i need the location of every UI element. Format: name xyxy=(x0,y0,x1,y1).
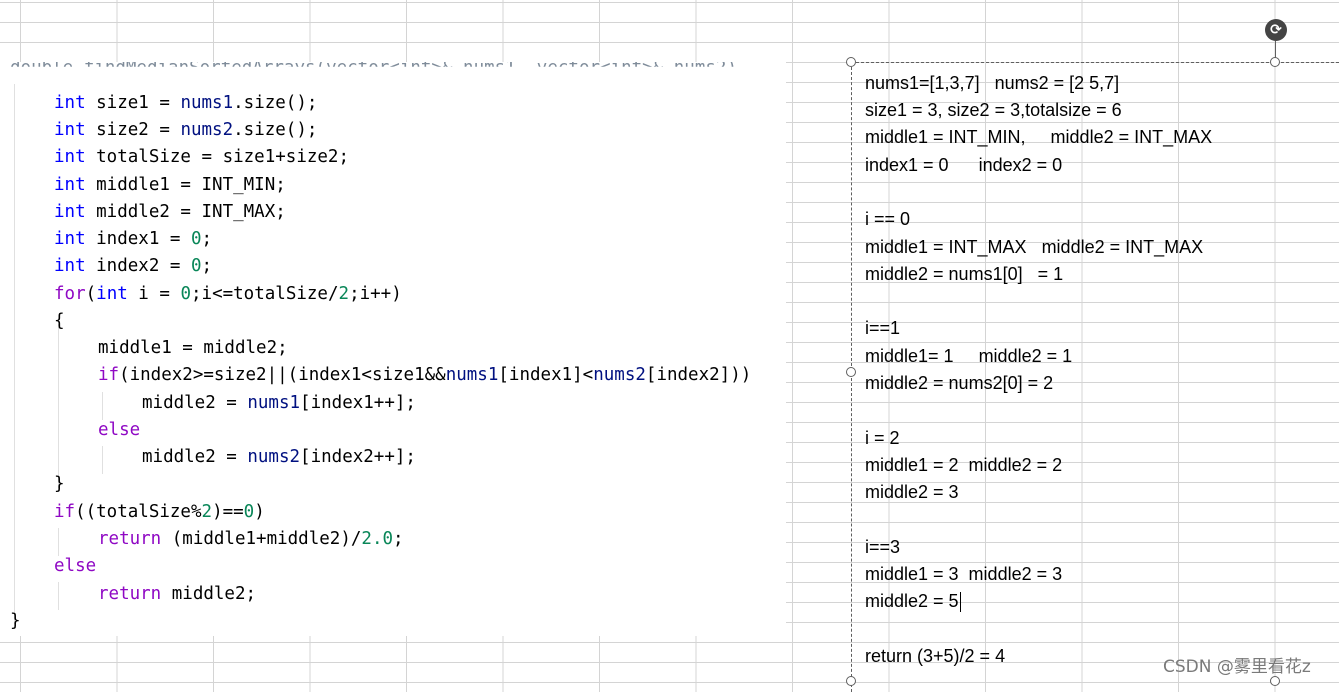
code-line: else xyxy=(54,556,97,576)
code-line: if(index2>=size2||(index1<size1&&nums1[i… xyxy=(98,365,752,385)
note-line: middle1= 1 middle2 = 1 xyxy=(865,346,1073,366)
resize-handle-top-left[interactable] xyxy=(846,57,856,67)
code-line: int middle2 = INT_MAX; xyxy=(54,202,286,222)
note-line: middle1 = 2 middle2 = 2 xyxy=(865,455,1063,475)
code-line: return (middle1+middle2)/2.0; xyxy=(98,529,404,549)
note-line: middle2 = 3 xyxy=(865,482,959,502)
indent-guide xyxy=(102,392,103,420)
note-line: middle2 = nums2[0] = 2 xyxy=(865,373,1054,393)
resize-handle-top-middle[interactable] xyxy=(1270,57,1280,67)
watermark: CSDN @雾里看花z xyxy=(1163,657,1311,677)
note-line: middle2 = nums1[0] = 1 xyxy=(865,264,1064,284)
indent-guide xyxy=(58,324,59,488)
note-line: return (3+5)/2 = 4 xyxy=(865,646,1006,666)
note-line-with-cursor: middle2 = 5 xyxy=(865,591,961,613)
note-line: i==3 xyxy=(865,537,901,557)
resize-handle-bottom-left[interactable] xyxy=(846,676,856,686)
code-line: middle1 = middle2; xyxy=(98,338,288,358)
note-line: middle1 = INT_MAX middle2 = INT_MAX xyxy=(865,237,1204,257)
code-line: int size2 = nums2.size(); xyxy=(54,120,318,140)
note-line: middle1 = 3 middle2 = 3 xyxy=(865,564,1063,584)
code-line: int totalSize = size1+size2; xyxy=(54,147,350,167)
note-line: i == 0 xyxy=(865,209,911,229)
resize-handle-middle-left[interactable] xyxy=(846,367,856,377)
indent-guide xyxy=(58,528,59,556)
note-line: i==1 xyxy=(865,318,901,338)
indent-guide xyxy=(58,582,59,610)
code-line: return middle2; xyxy=(98,584,257,604)
code-line: for(int i = 0;i<=totalSize/2;i++) xyxy=(54,284,402,304)
note-line: nums1=[1,3,7] nums2 = [2 5,7] xyxy=(865,73,1120,93)
note-line: middle1 = INT_MIN, middle2 = INT_MAX xyxy=(865,127,1213,147)
code-line: if((totalSize%2)==0) xyxy=(54,502,265,522)
code-line: int index1 = 0; xyxy=(54,229,213,249)
code-snippet-image: double findMedianSortedArrays(vector<int… xyxy=(0,62,786,636)
code-line: int index2 = 0; xyxy=(54,256,213,276)
indent-guide xyxy=(102,446,103,474)
code-line: int size1 = nums1.size(); xyxy=(54,93,318,113)
code-line: else xyxy=(98,420,141,440)
code-line: middle2 = nums2[index2++]; xyxy=(142,447,416,467)
code-header-cut: double findMedianSortedArrays(vector<int… xyxy=(10,62,737,78)
code-line: middle2 = nums1[index1++]; xyxy=(142,393,416,413)
note-line: size1 = 3, size2 = 3,totalsize = 6 xyxy=(865,100,1122,120)
code-line: } xyxy=(54,474,65,494)
code-line: int middle1 = INT_MIN; xyxy=(54,175,286,195)
rotate-handle-icon[interactable]: ⟳ xyxy=(1265,19,1287,41)
code-line: { xyxy=(54,311,65,331)
note-line: index1 = 0 index2 = 0 xyxy=(865,155,1063,175)
text-cursor xyxy=(959,592,961,613)
code-line: } xyxy=(10,611,21,631)
resize-handle-bottom-middle[interactable] xyxy=(1270,676,1280,686)
note-line: i = 2 xyxy=(865,428,900,448)
indent-guide xyxy=(14,84,15,624)
